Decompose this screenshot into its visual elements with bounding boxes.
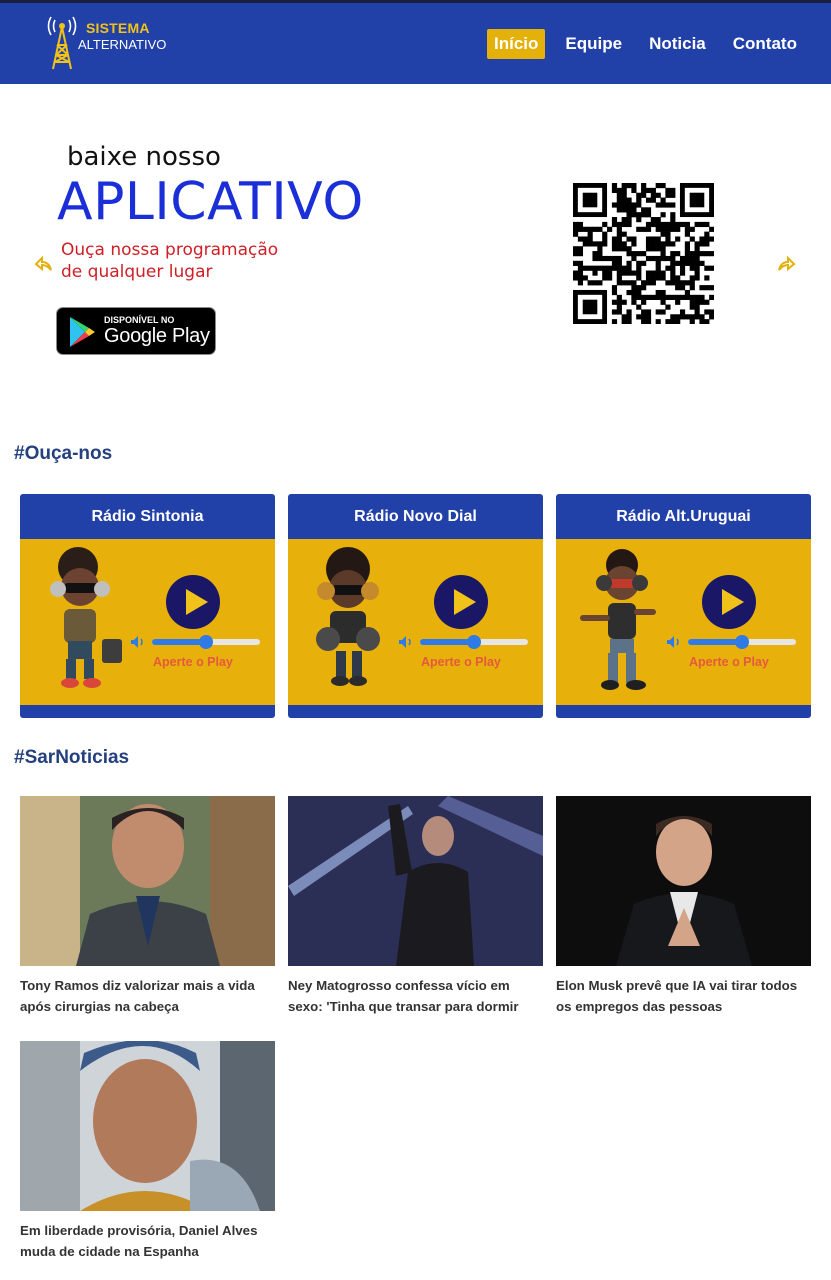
volume-slider-knob[interactable]	[467, 635, 481, 649]
logo-text-secondary: ALTERNATIVO	[78, 37, 167, 52]
volume-slider-knob[interactable]	[735, 635, 749, 649]
listen-section-title: #Ouça-nos	[14, 443, 113, 464]
radio-card-footer	[20, 705, 275, 718]
news-image[interactable]	[556, 796, 811, 966]
play-icon	[186, 589, 208, 615]
news-headline[interactable]: Em liberdade provisória, Daniel Alves mu…	[20, 1220, 275, 1262]
arrow-right-icon[interactable]	[776, 255, 796, 273]
volume-icon[interactable]	[398, 635, 414, 649]
banner-subtitle: Ouça nossa programação de qualquer lugar	[61, 239, 331, 283]
news-card[interactable]: Ney Matogrosso confessa vício em sexo: '…	[288, 796, 543, 1021]
play-hint: Aperte o Play	[421, 655, 501, 669]
banner-subtitle-line2: de qualquer lugar	[61, 262, 213, 282]
volume-slider[interactable]	[420, 635, 528, 649]
radio-card-footer	[288, 705, 543, 718]
play-button[interactable]	[166, 575, 220, 629]
volume-icon[interactable]	[130, 635, 146, 649]
radio-player: Aperte o Play	[20, 539, 275, 705]
radio-character-image	[50, 547, 122, 688]
radio-card-alt-uruguai: Rádio Alt.Uruguai Aperte o Play	[556, 494, 811, 718]
news-headline[interactable]: Ney Matogrosso confessa vício em sexo: '…	[288, 975, 543, 1017]
volume-slider[interactable]	[688, 635, 796, 649]
google-play-big-text: Google Play	[104, 325, 210, 347]
volume-icon[interactable]	[666, 635, 682, 649]
radio-tower-icon	[47, 16, 77, 70]
volume-slider-fill	[420, 639, 474, 645]
qr-code-image	[573, 183, 714, 324]
play-button[interactable]	[434, 575, 488, 629]
play-icon	[454, 589, 476, 615]
radio-character-image	[316, 547, 380, 686]
news-image[interactable]	[20, 1041, 275, 1211]
main-nav: Início Equipe Noticia Contato	[487, 28, 817, 60]
banner-small-text: baixe nosso	[67, 142, 221, 172]
radio-card-footer	[556, 705, 811, 718]
play-button[interactable]	[702, 575, 756, 629]
radio-card-title: Rádio Novo Dial	[288, 494, 543, 539]
news-headline[interactable]: Elon Musk prevê que IA vai tirar todos o…	[556, 975, 811, 1017]
google-play-small-text: DISPONÍVEL NO	[104, 315, 175, 325]
site-logo[interactable]: SISTEMA ALTERNATIVO	[44, 15, 174, 73]
news-image[interactable]	[20, 796, 275, 966]
nav-equipe[interactable]: Equipe	[558, 29, 629, 59]
volume-slider-knob[interactable]	[199, 635, 213, 649]
banner-subtitle-line1: Ouça nossa programação	[61, 240, 279, 260]
nav-noticia[interactable]: Noticia	[642, 29, 713, 59]
radio-card-novo-dial: Rádio Novo Dial Aperte o Play	[288, 494, 543, 718]
volume-slider-fill	[152, 639, 206, 645]
volume-slider-fill	[688, 639, 742, 645]
radio-card-sintonia: Rádio Sintonia Aperte o Play	[20, 494, 275, 718]
volume-slider[interactable]	[152, 635, 260, 649]
news-headline[interactable]: Tony Ramos diz valorizar mais a vida apó…	[20, 975, 275, 1017]
radio-card-title: Rádio Alt.Uruguai	[556, 494, 811, 539]
arrow-left-icon[interactable]	[34, 255, 54, 273]
site-header: SISTEMA ALTERNATIVO Início Equipe Notici…	[0, 3, 831, 84]
radio-player: Aperte o Play	[288, 539, 543, 705]
radio-character-image	[580, 549, 656, 690]
news-card[interactable]: Tony Ramos diz valorizar mais a vida apó…	[20, 796, 275, 1021]
google-play-badge[interactable]: DISPONÍVEL NO Google Play	[56, 307, 216, 355]
radio-card-title: Rádio Sintonia	[20, 494, 275, 539]
app-banner-carousel: baixe nosso APLICATIVO Ouça nossa progra…	[0, 84, 831, 404]
news-card[interactable]: Elon Musk prevê que IA vai tirar todos o…	[556, 796, 811, 1021]
news-image[interactable]	[288, 796, 543, 966]
google-play-icon	[70, 317, 95, 347]
nav-contato[interactable]: Contato	[726, 29, 804, 59]
logo-text-primary: SISTEMA	[86, 20, 150, 36]
news-card[interactable]: Em liberdade provisória, Daniel Alves mu…	[20, 1041, 275, 1266]
play-hint: Aperte o Play	[689, 655, 769, 669]
banner-headline: APLICATIVO	[57, 172, 364, 232]
play-icon	[722, 589, 744, 615]
nav-inicio[interactable]: Início	[487, 29, 546, 59]
radio-player: Aperte o Play	[556, 539, 811, 705]
news-section-title: #SarNoticias	[14, 747, 130, 768]
play-hint: Aperte o Play	[153, 655, 233, 669]
